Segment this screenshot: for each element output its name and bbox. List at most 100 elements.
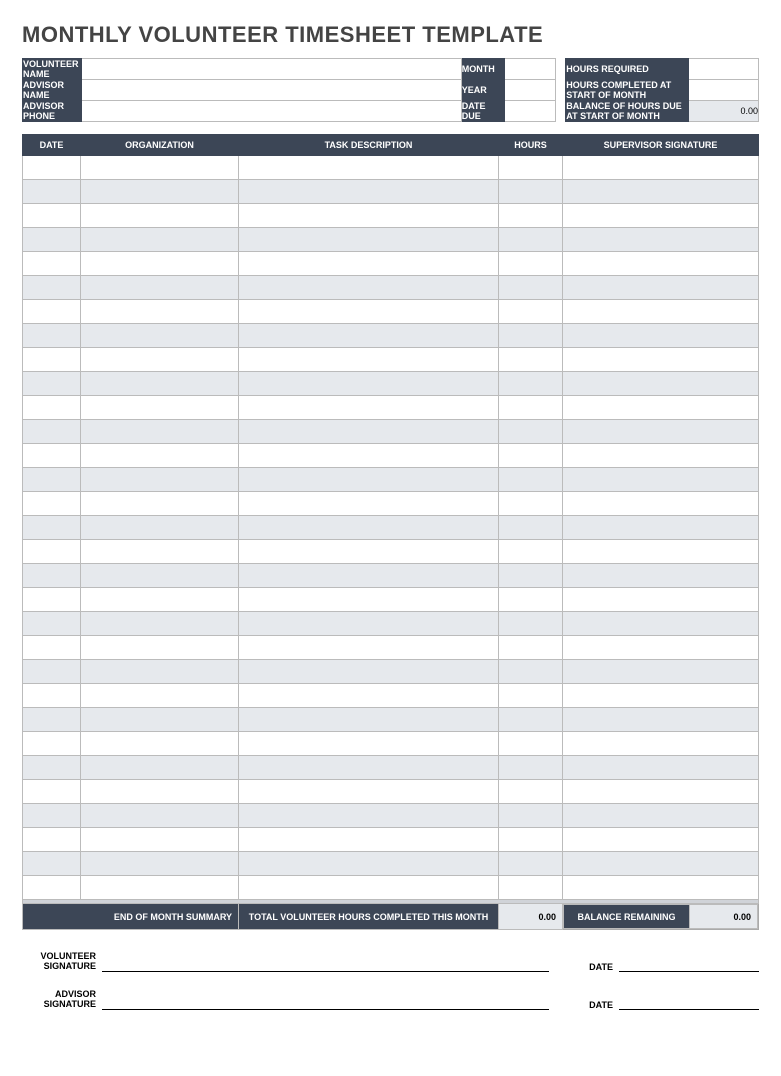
table-cell[interactable] bbox=[23, 516, 81, 540]
table-cell[interactable] bbox=[81, 156, 239, 180]
table-cell[interactable] bbox=[23, 612, 81, 636]
table-cell[interactable] bbox=[23, 684, 81, 708]
table-cell[interactable] bbox=[81, 588, 239, 612]
table-cell[interactable] bbox=[563, 876, 759, 900]
table-cell[interactable] bbox=[239, 684, 499, 708]
table-cell[interactable] bbox=[499, 636, 563, 660]
table-cell[interactable] bbox=[23, 540, 81, 564]
table-cell[interactable] bbox=[499, 804, 563, 828]
table-cell[interactable] bbox=[499, 492, 563, 516]
table-cell[interactable] bbox=[81, 780, 239, 804]
table-cell[interactable] bbox=[23, 228, 81, 252]
table-cell[interactable] bbox=[563, 804, 759, 828]
table-cell[interactable] bbox=[23, 588, 81, 612]
table-cell[interactable] bbox=[81, 612, 239, 636]
table-cell[interactable] bbox=[239, 516, 499, 540]
table-cell[interactable] bbox=[239, 300, 499, 324]
table-cell[interactable] bbox=[563, 540, 759, 564]
table-cell[interactable] bbox=[499, 564, 563, 588]
table-cell[interactable] bbox=[239, 276, 499, 300]
table-cell[interactable] bbox=[563, 372, 759, 396]
table-cell[interactable] bbox=[499, 732, 563, 756]
table-cell[interactable] bbox=[81, 636, 239, 660]
table-cell[interactable] bbox=[499, 708, 563, 732]
table-cell[interactable] bbox=[81, 540, 239, 564]
table-cell[interactable] bbox=[563, 612, 759, 636]
table-cell[interactable] bbox=[499, 468, 563, 492]
table-cell[interactable] bbox=[499, 612, 563, 636]
table-cell[interactable] bbox=[499, 204, 563, 228]
table-cell[interactable] bbox=[81, 684, 239, 708]
table-cell[interactable] bbox=[499, 276, 563, 300]
table-cell[interactable] bbox=[563, 828, 759, 852]
table-cell[interactable] bbox=[563, 852, 759, 876]
table-cell[interactable] bbox=[563, 684, 759, 708]
date-due-field[interactable] bbox=[504, 101, 555, 122]
table-cell[interactable] bbox=[499, 300, 563, 324]
table-cell[interactable] bbox=[81, 300, 239, 324]
table-cell[interactable] bbox=[239, 420, 499, 444]
table-cell[interactable] bbox=[23, 852, 81, 876]
table-cell[interactable] bbox=[81, 756, 239, 780]
table-cell[interactable] bbox=[81, 180, 239, 204]
table-cell[interactable] bbox=[239, 204, 499, 228]
table-cell[interactable] bbox=[499, 444, 563, 468]
table-cell[interactable] bbox=[239, 540, 499, 564]
table-cell[interactable] bbox=[81, 372, 239, 396]
hours-completed-field[interactable] bbox=[689, 80, 759, 101]
table-cell[interactable] bbox=[239, 324, 499, 348]
table-cell[interactable] bbox=[239, 156, 499, 180]
table-cell[interactable] bbox=[563, 252, 759, 276]
table-cell[interactable] bbox=[563, 324, 759, 348]
table-cell[interactable] bbox=[23, 756, 81, 780]
table-cell[interactable] bbox=[563, 780, 759, 804]
table-cell[interactable] bbox=[81, 660, 239, 684]
table-cell[interactable] bbox=[563, 420, 759, 444]
table-cell[interactable] bbox=[499, 324, 563, 348]
table-cell[interactable] bbox=[81, 252, 239, 276]
table-cell[interactable] bbox=[23, 276, 81, 300]
table-cell[interactable] bbox=[239, 660, 499, 684]
table-cell[interactable] bbox=[563, 588, 759, 612]
table-cell[interactable] bbox=[81, 420, 239, 444]
table-cell[interactable] bbox=[499, 540, 563, 564]
table-cell[interactable] bbox=[81, 828, 239, 852]
table-cell[interactable] bbox=[23, 564, 81, 588]
table-cell[interactable] bbox=[499, 852, 563, 876]
volunteer-signature-line[interactable] bbox=[102, 958, 549, 972]
table-cell[interactable] bbox=[23, 348, 81, 372]
table-cell[interactable] bbox=[499, 684, 563, 708]
table-cell[interactable] bbox=[499, 516, 563, 540]
table-cell[interactable] bbox=[81, 516, 239, 540]
table-cell[interactable] bbox=[81, 324, 239, 348]
table-cell[interactable] bbox=[81, 204, 239, 228]
table-cell[interactable] bbox=[23, 708, 81, 732]
table-cell[interactable] bbox=[499, 420, 563, 444]
table-cell[interactable] bbox=[499, 156, 563, 180]
advisor-name-field[interactable] bbox=[82, 80, 461, 101]
table-cell[interactable] bbox=[499, 660, 563, 684]
month-field[interactable] bbox=[504, 59, 555, 80]
table-cell[interactable] bbox=[239, 780, 499, 804]
table-cell[interactable] bbox=[563, 516, 759, 540]
table-cell[interactable] bbox=[239, 804, 499, 828]
table-cell[interactable] bbox=[563, 636, 759, 660]
table-cell[interactable] bbox=[23, 372, 81, 396]
table-cell[interactable] bbox=[239, 372, 499, 396]
table-cell[interactable] bbox=[239, 252, 499, 276]
table-cell[interactable] bbox=[239, 228, 499, 252]
table-cell[interactable] bbox=[81, 396, 239, 420]
table-cell[interactable] bbox=[239, 756, 499, 780]
table-cell[interactable] bbox=[239, 396, 499, 420]
table-cell[interactable] bbox=[563, 444, 759, 468]
table-cell[interactable] bbox=[23, 204, 81, 228]
table-cell[interactable] bbox=[563, 276, 759, 300]
table-cell[interactable] bbox=[239, 444, 499, 468]
table-cell[interactable] bbox=[499, 372, 563, 396]
table-cell[interactable] bbox=[563, 756, 759, 780]
table-cell[interactable] bbox=[239, 468, 499, 492]
table-cell[interactable] bbox=[23, 396, 81, 420]
table-cell[interactable] bbox=[563, 396, 759, 420]
table-cell[interactable] bbox=[23, 780, 81, 804]
table-cell[interactable] bbox=[563, 468, 759, 492]
